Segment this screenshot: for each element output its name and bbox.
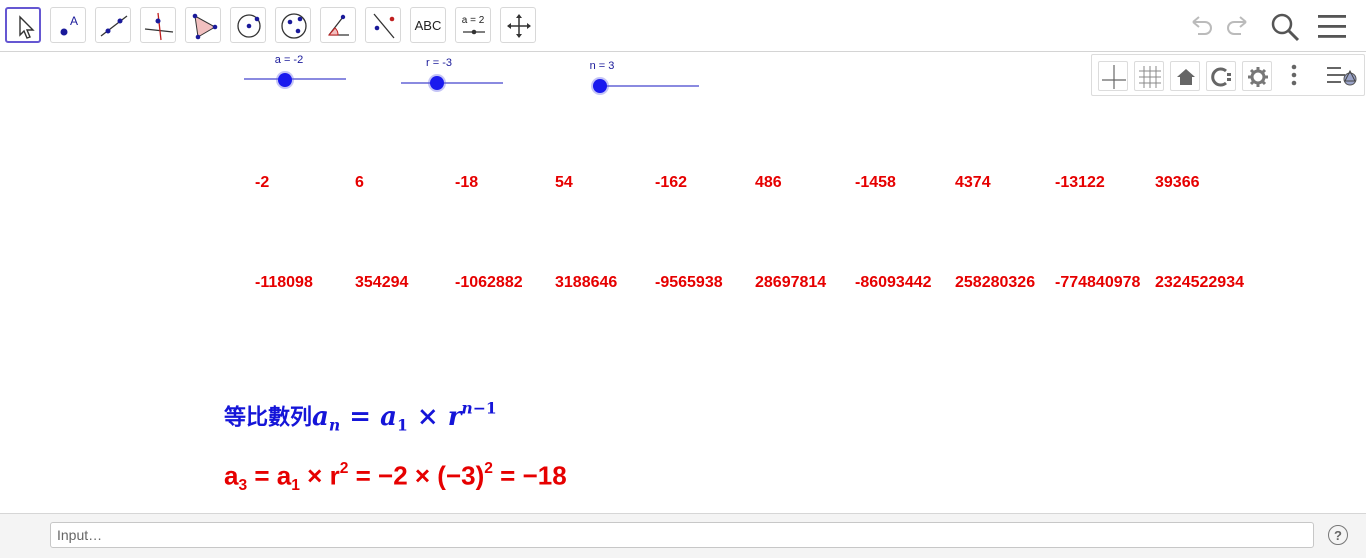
tool-point[interactable]: A xyxy=(50,7,86,43)
algebra-input[interactable] xyxy=(50,522,1314,548)
slider-r-track[interactable] xyxy=(401,82,503,84)
tool-polygon[interactable] xyxy=(185,7,221,43)
graphics-stylebar xyxy=(1091,54,1365,96)
sequence-term: 2324522934 xyxy=(1155,274,1244,291)
sequence-term: -86093442 xyxy=(855,274,932,291)
tool-angle[interactable] xyxy=(320,7,356,43)
axes-button[interactable] xyxy=(1098,61,1128,91)
point-icon: A xyxy=(60,14,78,36)
line-icon xyxy=(100,15,128,37)
text-icon: ABC xyxy=(414,17,442,33)
tool-line[interactable] xyxy=(95,7,131,43)
sequence-term: 28697814 xyxy=(755,274,827,291)
point-capturing-button[interactable] xyxy=(1206,61,1236,91)
polygon-icon xyxy=(192,13,218,40)
grid-icon xyxy=(1139,66,1161,88)
menu-icon[interactable] xyxy=(1316,12,1348,42)
formula-geometric-sequence: 等比數列an = a1 × rn−1 xyxy=(224,398,497,434)
slider-a-label: a = -2 xyxy=(274,54,304,66)
slider-a-knob[interactable] xyxy=(278,73,292,87)
toolbar: A ABC a = 2 xyxy=(0,0,1366,52)
axes-icon xyxy=(1102,65,1126,89)
formula-third-term: a3 = a1 × r2 = −2 × (−3)2 = −18 xyxy=(224,460,567,495)
slider-n-knob[interactable] xyxy=(593,79,607,93)
home-icon xyxy=(1177,69,1195,85)
help-icon[interactable]: ? xyxy=(1328,525,1348,545)
sequence-term: -1458 xyxy=(855,174,896,191)
angle-icon xyxy=(327,14,349,36)
tool-text[interactable]: ABC xyxy=(410,7,446,43)
slider-n-track[interactable] xyxy=(593,85,699,87)
circle-center-point-icon xyxy=(237,14,261,38)
slider-a-track[interactable] xyxy=(244,78,346,80)
formula-general-term: an = a1 × rn−1 xyxy=(312,398,497,435)
tool-ellipse[interactable] xyxy=(275,7,311,43)
slider-r-knob[interactable] xyxy=(430,76,444,90)
tool-move[interactable] xyxy=(5,7,41,43)
sequence-term: 54 xyxy=(555,174,573,191)
settings-button[interactable] xyxy=(1242,61,1272,91)
tool-circle[interactable] xyxy=(230,7,266,43)
sequence-term: -13122 xyxy=(1055,174,1105,191)
sequence-term: -774840978 xyxy=(1055,274,1141,291)
sequence-term: 4374 xyxy=(955,174,991,191)
point-capturing-icon xyxy=(1211,67,1231,87)
slider-n-label: n = 3 xyxy=(589,60,615,72)
sequence-term: 258280326 xyxy=(955,274,1036,291)
input-bar: ? xyxy=(0,513,1366,558)
slider-r-label: r = -3 xyxy=(426,57,452,69)
sequence-term: 3188646 xyxy=(555,274,618,291)
sequence-term: -162 xyxy=(655,174,688,191)
tool-reflect[interactable] xyxy=(365,7,401,43)
svg-text:A: A xyxy=(70,14,78,28)
tool-move-graphics[interactable] xyxy=(500,7,536,43)
cursor-arrow-icon xyxy=(19,15,35,39)
home-button[interactable] xyxy=(1170,61,1200,91)
formula-title: 等比數列 xyxy=(224,405,313,431)
move-arrows-icon xyxy=(507,14,531,38)
tool-perpendicular[interactable] xyxy=(140,7,176,43)
sequence-term: -9565938 xyxy=(655,274,723,291)
sequence-term: 354294 xyxy=(355,274,409,291)
more-icon[interactable] xyxy=(1284,61,1304,91)
sequence-term: 486 xyxy=(755,174,782,191)
sequence-term: -18 xyxy=(455,174,479,191)
ellipse-icon xyxy=(281,13,307,39)
gear-icon xyxy=(1248,67,1268,87)
redo-icon[interactable] xyxy=(1223,10,1253,40)
perpendicular-line-icon xyxy=(144,12,174,41)
sequence-term: 6 xyxy=(355,174,364,191)
search-icon[interactable] xyxy=(1269,11,1301,43)
grid-button[interactable] xyxy=(1134,61,1164,91)
sequence-term: -1062882 xyxy=(455,274,523,291)
sequence-term: -118098 xyxy=(255,274,313,291)
sequence-term: 39366 xyxy=(1155,174,1200,191)
tool-slider[interactable]: a = 2 xyxy=(455,7,491,43)
sequence-term: -2 xyxy=(255,174,270,191)
toggle-stylebar-icon[interactable] xyxy=(1325,62,1359,90)
undo-icon[interactable] xyxy=(1186,10,1216,40)
reflect-icon xyxy=(373,13,395,39)
slider-track-icon xyxy=(463,29,485,35)
